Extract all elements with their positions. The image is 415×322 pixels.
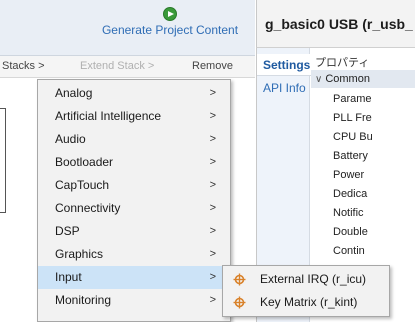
play-icon [163,7,177,21]
chevron-right-icon: > [209,294,216,306]
menu-item-label: Analog [55,86,93,100]
property-row[interactable]: Contin [333,242,365,260]
editor-header: Generate Project Content [0,0,255,56]
menu-item-connectivity[interactable]: Connectivity > [38,197,230,220]
component-icon [233,273,246,286]
property-row[interactable]: Power [333,166,364,184]
menu-item-input[interactable]: Input > [38,266,230,289]
new-stack-menu: Analog > Artificial Intelligence > Audio… [37,79,231,322]
menu-item-label: Audio [55,132,86,146]
submenu-item-key-matrix[interactable]: Key Matrix (r_kint) [223,291,389,314]
stack-block[interactable] [0,108,6,213]
property-row[interactable]: Dedica [333,185,367,203]
menu-item-label: DSP [55,224,80,238]
component-icon [233,296,246,309]
menu-item-label: CapTouch [55,178,110,192]
chevron-right-icon: > [209,225,216,237]
property-group-label: Common [325,73,370,85]
new-stack-button[interactable]: Stacks > [2,60,45,72]
tab-settings[interactable]: Settings [257,54,311,76]
menu-item-audio[interactable]: Audio > [38,128,230,151]
menu-item-label: Graphics [55,247,104,261]
submenu-item-external-irq[interactable]: External IRQ (r_icu) [223,268,389,291]
generate-project-content-label: Generate Project Content [101,23,239,37]
menu-item-analog[interactable]: Analog > [38,82,230,105]
input-submenu: External IRQ (r_icu) Key Matrix (r_kint) [222,265,390,317]
property-row[interactable]: Parame [333,90,372,108]
menu-item-label: Connectivity [55,201,121,215]
chevron-right-icon: > [209,271,216,283]
menu-item-label: Monitoring [55,293,112,307]
tab-api-info[interactable]: API Info [257,77,311,99]
properties-title: g_basic0 USB (r_usb_ [265,16,413,32]
properties-column-header: プロパティ [315,57,370,69]
properties-title-bar: g_basic0 USB (r_usb_ [256,0,415,48]
menu-item-graphics[interactable]: Graphics > [38,243,230,266]
property-row[interactable]: CPU Bu [333,128,373,146]
chevron-right-icon: > [209,87,216,99]
menu-item-label: Input [55,270,82,284]
submenu-item-label: Key Matrix (r_kint) [260,295,358,309]
chevron-right-icon: > [209,202,216,214]
property-row[interactable]: PLL Fre [333,109,372,127]
menu-item-bootloader[interactable]: Bootloader > [38,151,230,174]
property-row[interactable]: Notific [333,204,364,222]
submenu-item-label: External IRQ (r_icu) [260,272,367,286]
property-row[interactable]: Double [333,223,368,241]
chevron-down-icon: ∨ [315,74,323,85]
menu-item-dsp[interactable]: DSP > [38,220,230,243]
chevron-right-icon: > [209,133,216,145]
stacks-toolbar: Stacks > Extend Stack > Remove [0,56,255,78]
menu-item-captouch[interactable]: CapTouch > [38,174,230,197]
generate-project-content-button[interactable]: Generate Project Content [90,4,250,48]
menu-item-label: Bootloader [55,155,114,169]
property-group-common[interactable]: ∨ Common [311,70,415,88]
chevron-right-icon: > [209,156,216,168]
chevron-right-icon: > [209,248,216,260]
extend-stack-button[interactable]: Extend Stack > [80,60,154,72]
menu-item-label: Artificial Intelligence [55,109,162,123]
property-row[interactable]: Battery [333,147,368,165]
chevron-right-icon: > [209,179,216,191]
menu-item-monitoring[interactable]: Monitoring > [38,289,230,312]
chevron-right-icon: > [209,110,216,122]
menu-item-artificial-intelligence[interactable]: Artificial Intelligence > [38,105,230,128]
remove-button[interactable]: Remove [192,60,233,72]
